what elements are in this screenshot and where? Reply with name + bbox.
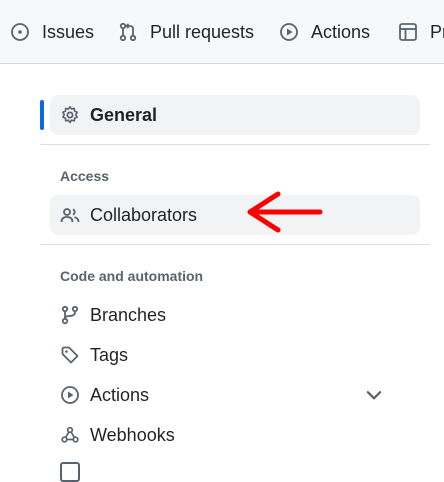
sidebar-item-collaborators-label: Collaborators — [90, 204, 198, 225]
sidebar-item-branches-label: Branches — [90, 304, 167, 325]
sidebar-item-webhooks-label: Webhooks — [90, 424, 175, 445]
sidebar-item-collaborators[interactable]: Collaborators — [50, 195, 420, 235]
sidebar-item-tags[interactable]: Tags — [50, 335, 420, 375]
sidebar-item-general[interactable]: General — [50, 95, 420, 135]
tag-icon — [61, 346, 79, 364]
play-circle-icon — [280, 23, 298, 41]
table-icon — [399, 23, 417, 41]
sidebar-item-tags-label: Tags — [90, 344, 129, 365]
divider — [40, 144, 430, 145]
sidebar-item-branches[interactable]: Branches — [50, 295, 420, 335]
repo-top-nav: Issues Pull requests Actions Pr — [0, 0, 444, 64]
tab-actions[interactable]: Actions — [279, 0, 371, 63]
tab-issues-label: Issues — [42, 21, 95, 42]
tab-pull-requests-label: Pull requests — [150, 21, 255, 42]
section-heading-code-automation: Code and automation — [60, 268, 204, 284]
webhook-icon — [61, 426, 79, 443]
chevron-down-icon[interactable] — [364, 385, 384, 405]
sidebar-item-general-label: General — [90, 104, 158, 125]
tab-actions-label: Actions — [311, 21, 371, 42]
tab-projects-label: Pr — [430, 21, 444, 42]
tab-pull-requests[interactable]: Pull requests — [118, 0, 255, 63]
tab-projects[interactable]: Pr — [398, 0, 444, 63]
partial-next-item-icon — [60, 462, 80, 482]
issue-circle-icon — [11, 23, 29, 41]
play-icon — [61, 386, 79, 404]
active-item-marker — [40, 100, 44, 130]
people-icon — [60, 208, 80, 223]
divider — [40, 244, 430, 245]
pull-request-icon — [119, 22, 137, 42]
tab-issues[interactable]: Issues — [10, 0, 95, 63]
annotation-arrow-icon — [247, 191, 323, 233]
sidebar-item-webhooks[interactable]: Webhooks — [50, 415, 420, 455]
section-heading-access: Access — [60, 168, 110, 184]
git-branch-icon — [61, 305, 79, 325]
gear-icon — [62, 106, 78, 124]
sidebar-item-actions[interactable]: Actions — [50, 375, 420, 415]
sidebar-item-actions-label: Actions — [90, 384, 150, 405]
